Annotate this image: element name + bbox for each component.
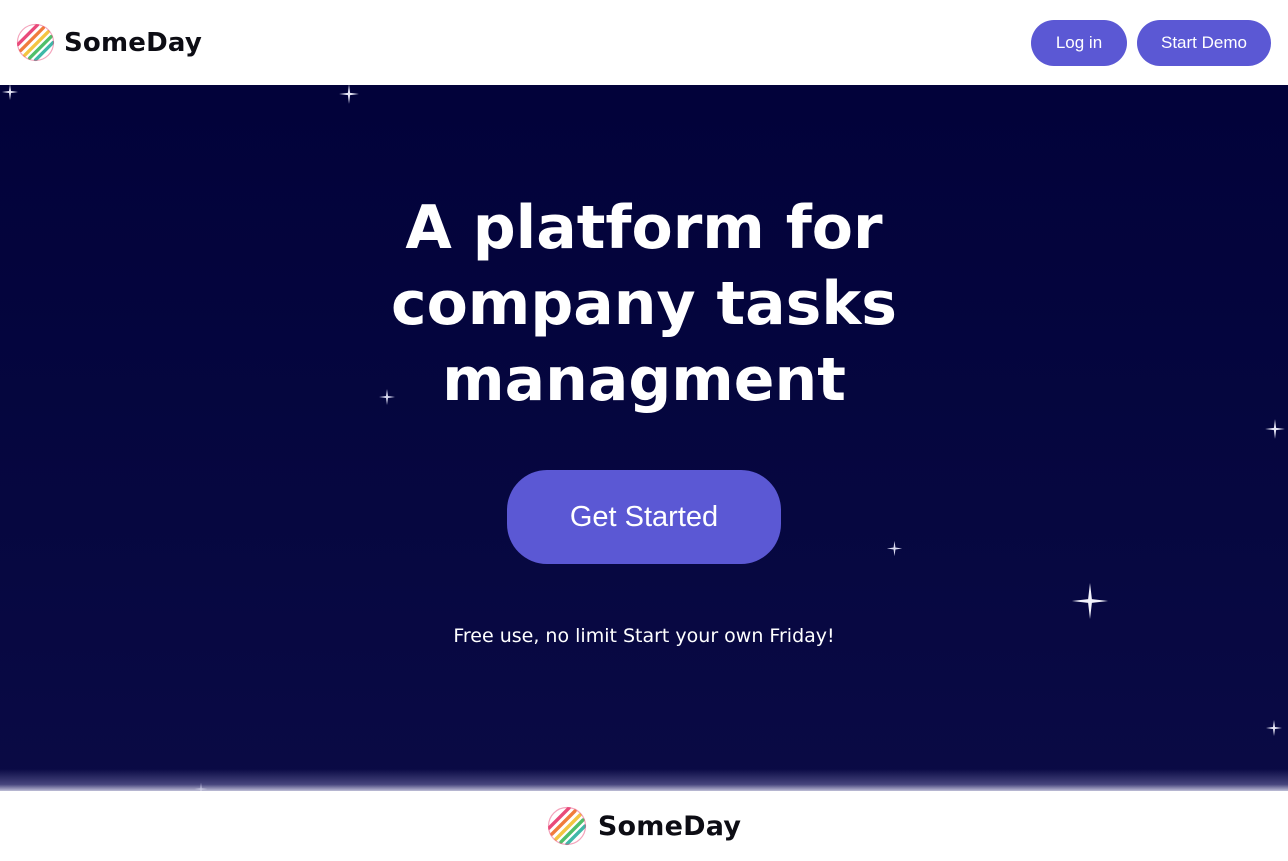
headline-line: A platform for [405,193,883,263]
striped-circle-logo-icon [547,806,586,846]
hero-bottom-fade [0,769,1288,791]
hero-section: A platform for company tasks managment G… [0,85,1288,791]
footer-brand-name: SomeDay [597,810,742,842]
headline-line: managment [442,345,846,415]
get-started-button[interactable]: Get Started [507,470,781,564]
footer: SomeDay [0,791,1288,861]
footer-brand-logo[interactable]: SomeDay [547,806,741,846]
hero-headline: A platform for company tasks managment [344,190,944,418]
sparkle-star-icon [1266,720,1282,736]
headline-line: company tasks [391,269,897,339]
brand-name: SomeDay [64,27,202,58]
sparkle-star-icon [886,540,903,557]
start-demo-button[interactable]: Start Demo [1137,19,1271,66]
top-navbar: SomeDay Log in Start Demo [0,0,1288,85]
sparkle-star-icon [1265,419,1285,439]
sparkle-star-icon [2,85,18,100]
striped-circle-logo-icon [16,23,55,62]
sparkle-star-icon [1071,582,1109,620]
hero-tagline: Free use, no limit Start your own Friday… [453,625,835,647]
header-actions: Log in Start Demo [1031,19,1271,66]
login-button[interactable]: Log in [1031,19,1127,66]
brand-logo-link[interactable]: SomeDay [16,23,202,62]
sparkle-star-icon [339,85,359,104]
